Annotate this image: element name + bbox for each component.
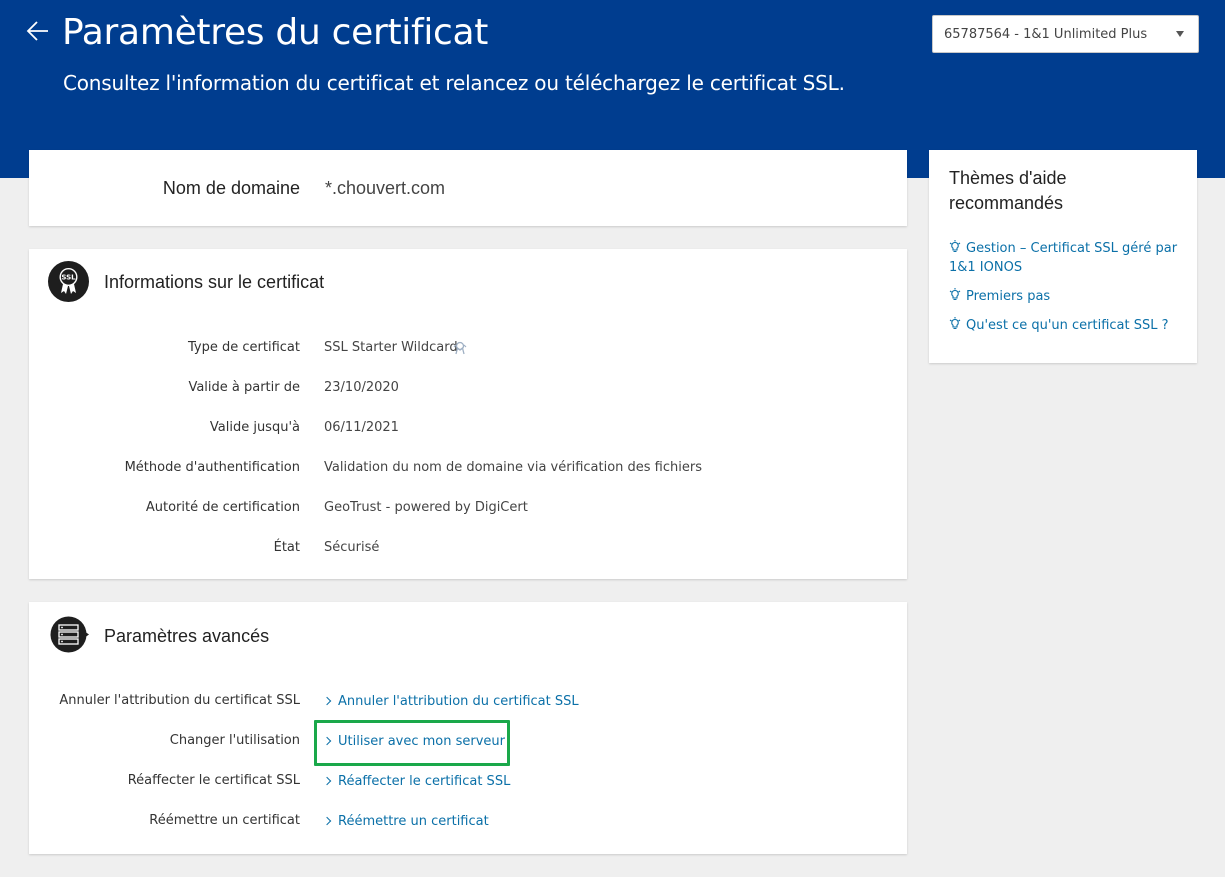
help-link-ssl-management[interactable]: Gestion – Certificat SSL géré par 1&1 IO…: [949, 239, 1189, 277]
help-topics-card: Thèmes d'aide recommandés Gestion – Cert…: [929, 150, 1197, 363]
adv-row-reassign: Réaffecter le certificat SSL Réaffecter …: [29, 773, 907, 793]
domain-value: *.chouvert.com: [325, 178, 446, 198]
adv-label: Annuler l'attribution du certificat SSL: [59, 693, 300, 708]
info-value: Validation du nom de domaine via vérific…: [324, 460, 702, 475]
svg-text:SSL: SSL: [61, 274, 76, 282]
info-label: Type de certificat: [188, 340, 300, 355]
adv-row-unassign: Annuler l'attribution du certificat SSL …: [29, 693, 907, 713]
advanced-settings-card: Paramètres avancés Annuler l'attribution…: [29, 602, 907, 854]
reissue-certificate-link[interactable]: Réémettre un certificat: [322, 814, 489, 829]
info-value: Sécurisé: [324, 540, 380, 555]
page-title: Paramètres du certificat: [62, 12, 489, 53]
info-label: Valide jusqu'à: [209, 420, 300, 435]
help-title: Thèmes d'aide recommandés: [949, 168, 1067, 213]
info-label: Méthode d'authentification: [124, 460, 300, 475]
chevron-right-icon: [322, 736, 332, 746]
advanced-settings-title: Paramètres avancés: [104, 626, 270, 646]
lightbulb-icon: [949, 288, 961, 301]
domain-label: Nom de domaine: [162, 178, 300, 198]
info-row-valid-until: Valide jusqu'à 06/11/2021: [29, 420, 907, 440]
certificate-info-card: SSL Informations sur le certificat Type …: [29, 249, 907, 579]
chevron-right-icon: [322, 696, 332, 706]
certificate-info-title: Informations sur le certificat: [104, 272, 325, 292]
server-icon: [50, 616, 89, 653]
info-row-state: État Sécurisé: [29, 540, 907, 560]
info-row-type: Type de certificat SSL Starter Wildcard: [29, 340, 907, 360]
info-row-authority: Autorité de certification GeoTrust - pow…: [29, 500, 907, 520]
wildcard-icon: [453, 341, 467, 355]
help-link-getting-started[interactable]: Premiers pas: [949, 287, 1189, 306]
page-subtitle: Consultez l'information du certificat et…: [63, 71, 845, 95]
adv-row-reissue: Réémettre un certificat Réémettre un cer…: [29, 813, 907, 833]
domain-card: Nom de domaine *.chouvert.com: [29, 150, 907, 226]
caret-down-icon: [1176, 31, 1184, 37]
reassign-certificate-link[interactable]: Réaffecter le certificat SSL: [322, 774, 510, 789]
info-row-auth-method: Méthode d'authentification Validation du…: [29, 460, 907, 480]
lightbulb-icon: [949, 317, 961, 330]
info-value: SSL Starter Wildcard: [324, 340, 458, 355]
info-label: État: [273, 540, 300, 555]
adv-row-change-usage: Changer l'utilisation Utiliser avec mon …: [29, 733, 907, 753]
chevron-right-icon: [322, 816, 332, 826]
back-arrow-icon[interactable]: [26, 20, 50, 42]
info-label: Valide à partir de: [188, 380, 300, 395]
info-value: 06/11/2021: [324, 420, 399, 435]
contract-select-value: 65787564 - 1&1 Unlimited Plus: [944, 27, 1148, 42]
adv-label: Changer l'utilisation: [169, 733, 300, 748]
chevron-right-icon: [322, 776, 332, 786]
info-value: GeoTrust - powered by DigiCert: [324, 500, 528, 515]
ssl-badge-icon: SSL: [48, 261, 89, 302]
adv-label: Réémettre un certificat: [149, 813, 300, 828]
contract-select[interactable]: 65787564 - 1&1 Unlimited Plus: [932, 15, 1199, 53]
adv-label: Réaffecter le certificat SSL: [127, 773, 300, 788]
info-value: 23/10/2020: [324, 380, 399, 395]
help-link-what-is-ssl[interactable]: Qu'est ce qu'un certificat SSL ?: [949, 316, 1189, 335]
info-row-valid-from: Valide à partir de 23/10/2020: [29, 380, 907, 400]
info-label: Autorité de certification: [145, 500, 300, 515]
use-with-my-server-link[interactable]: Utiliser avec mon serveur: [322, 734, 505, 749]
lightbulb-icon: [949, 240, 961, 253]
unassign-certificate-link[interactable]: Annuler l'attribution du certificat SSL: [322, 694, 579, 709]
